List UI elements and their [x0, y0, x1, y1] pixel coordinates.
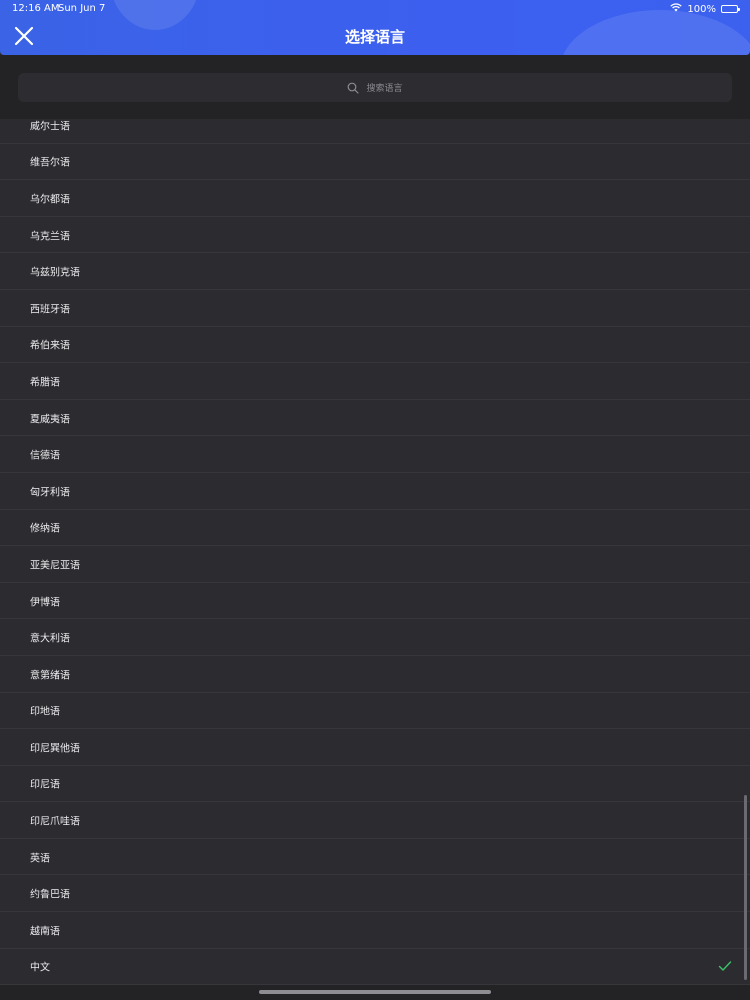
status-time: 12:16 AM — [12, 3, 60, 14]
language-list-item[interactable]: 意大利语 — [0, 619, 750, 656]
checkmark-icon — [718, 961, 732, 972]
language-label: 西班牙语 — [30, 304, 70, 316]
home-indicator[interactable] — [259, 990, 491, 994]
language-label: 夏威夷语 — [30, 414, 70, 426]
language-label: 印地语 — [30, 706, 60, 718]
language-label: 维吾尔语 — [30, 157, 70, 169]
battery-percent: 100% — [687, 3, 716, 15]
language-label: 意第绪语 — [30, 670, 70, 682]
language-list-item[interactable]: 越南语 — [0, 912, 750, 949]
language-list-item[interactable]: 乌兹别克语 — [0, 253, 750, 290]
language-list-item[interactable]: 英语 — [0, 838, 750, 876]
battery-icon — [721, 5, 740, 13]
language-list-item[interactable]: 希腊语 — [0, 363, 750, 400]
language-label: 修纳语 — [30, 523, 60, 535]
language-label: 印尼巽他语 — [30, 743, 80, 755]
language-list-item[interactable]: 信德语 — [0, 436, 750, 473]
language-label: 乌克兰语 — [30, 231, 70, 243]
search-icon — [348, 82, 360, 94]
language-label: 印尼语 — [30, 779, 60, 791]
language-label: 意大利语 — [30, 633, 70, 645]
language-list-item[interactable]: 约鲁巴语 — [0, 875, 750, 913]
language-label: 伊博语 — [30, 597, 60, 609]
status-indicators: 100% — [670, 3, 740, 15]
language-label: 希腊语 — [30, 377, 60, 389]
search-area: 搜索语言 — [0, 55, 750, 119]
language-list-item[interactable]: 印尼爪哇语 — [0, 802, 750, 839]
language-label: 希伯来语 — [30, 340, 70, 352]
page-title: 选择语言 — [344, 28, 405, 46]
search-placeholder: 搜索语言 — [366, 84, 403, 94]
language-label: 威尔士语 — [30, 121, 70, 133]
language-label: 约鲁巴语 — [30, 889, 70, 901]
language-label: 乌尔都语 — [30, 194, 70, 206]
language-list-item[interactable]: 印地语 — [0, 692, 750, 730]
language-list-item[interactable]: 伊博语 — [0, 582, 750, 620]
language-label: 信德语 — [30, 450, 60, 462]
language-list-item[interactable]: 西班牙语 — [0, 289, 750, 327]
language-label: 中文 — [30, 962, 50, 974]
language-list[interactable]: 威尔士语维吾尔语乌尔都语乌克兰语乌兹别克语西班牙语希伯来语希腊语夏威夷语信德语匈… — [0, 119, 750, 985]
language-list-item[interactable]: 匈牙利语 — [0, 472, 750, 510]
language-list-item[interactable]: 希伯来语 — [0, 326, 750, 364]
language-list-item[interactable]: 夏威夷语 — [0, 399, 750, 437]
search-input[interactable]: 搜索语言 — [18, 73, 732, 102]
language-list-item[interactable]: 印尼巽他语 — [0, 729, 750, 766]
language-label: 印尼爪哇语 — [30, 816, 80, 828]
language-label: 亚美尼亚语 — [30, 560, 80, 572]
wifi-icon — [670, 3, 683, 15]
status-date: Sun Jun 7 — [58, 3, 106, 14]
language-label: 乌兹别克语 — [30, 267, 80, 279]
language-list-item[interactable]: 中文 — [0, 948, 750, 985]
language-list-item[interactable]: 修纳语 — [0, 509, 750, 547]
language-label: 英语 — [30, 853, 50, 865]
language-list-item[interactable]: 维吾尔语 — [0, 143, 750, 181]
language-list-item[interactable]: 乌克兰语 — [0, 216, 750, 254]
scrollbar[interactable] — [744, 795, 747, 980]
language-label: 越南语 — [30, 926, 60, 938]
language-list-item[interactable]: 亚美尼亚语 — [0, 546, 750, 583]
language-list-item[interactable]: 威尔士语 — [0, 119, 750, 144]
language-list-item[interactable]: 乌尔都语 — [0, 180, 750, 217]
status-bar: 12:16 AM Sun Jun 7 100% — [0, 0, 750, 18]
language-label: 匈牙利语 — [30, 487, 70, 499]
language-list-item[interactable]: 意第绪语 — [0, 655, 750, 693]
language-list-item[interactable]: 印尼语 — [0, 765, 750, 803]
